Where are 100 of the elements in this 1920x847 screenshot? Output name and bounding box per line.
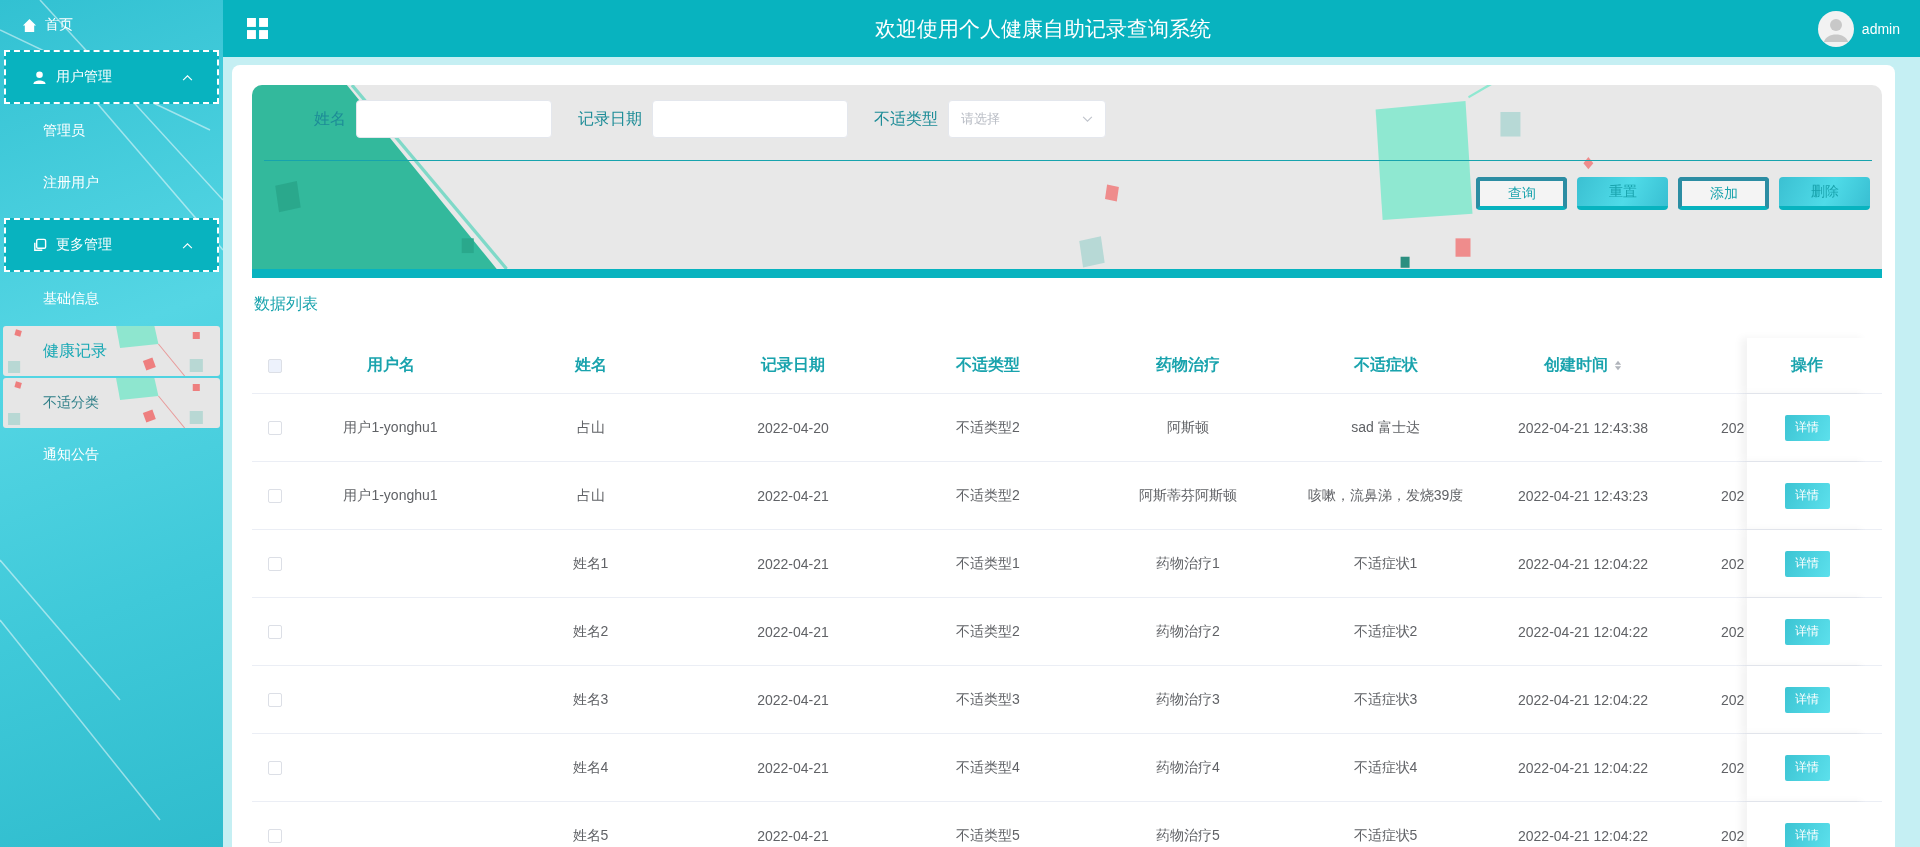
table-cell: 不适类型2: [956, 418, 1020, 437]
table-cell: sad 富士达: [1351, 418, 1420, 437]
table-cell: 202: [1721, 487, 1745, 504]
table-cell: 药物治疗4: [1156, 758, 1220, 777]
menu-group-header[interactable]: 用户管理: [4, 50, 219, 104]
user-icon: [32, 69, 47, 85]
menu-item[interactable]: 不适分类: [3, 378, 220, 428]
input-field[interactable]: [652, 100, 848, 138]
table-cell: 2022-04-21: [757, 759, 829, 776]
column-header: 记录日期: [761, 355, 825, 375]
column-header: 不适类型: [956, 355, 1020, 375]
grid-menu-icon[interactable]: [247, 18, 268, 39]
menu-item[interactable]: 健康记录: [3, 326, 220, 376]
table-cell: 202: [1721, 691, 1745, 708]
chevron-down-icon: [1082, 115, 1093, 123]
sort-icon[interactable]: [1614, 360, 1622, 371]
table-cell: 2022-04-21: [757, 691, 829, 708]
table-cell: 202: [1721, 419, 1745, 436]
section-title: 数据列表: [253, 294, 319, 314]
details-button[interactable]: 详情: [1784, 618, 1830, 645]
nav-link[interactable]: 首页: [0, 10, 223, 40]
table-cell: 不适类型2: [956, 622, 1020, 641]
table-cell: 不适症状1: [1353, 554, 1418, 573]
table-cell: 不适症状3: [1353, 690, 1418, 709]
details-button[interactable]: 详情: [1784, 482, 1830, 509]
checkbox[interactable]: [268, 692, 282, 707]
table-cell: 不适类型3: [956, 690, 1020, 709]
table-cell: 2022-04-21 12:04:22: [1518, 555, 1648, 572]
username[interactable]: admin: [1861, 20, 1900, 37]
table-cell: 不适类型1: [956, 554, 1020, 573]
table-cell: 不适类型4: [956, 758, 1020, 777]
field-label: 记录日期: [578, 108, 642, 129]
select-field[interactable]: 请选择: [948, 100, 1106, 138]
table-cell: 药物治疗2: [1156, 622, 1220, 641]
table-cell: 2022-04-21: [757, 487, 829, 504]
checkbox[interactable]: [268, 420, 282, 435]
checkbox[interactable]: [268, 760, 282, 775]
checkbox[interactable]: [268, 488, 282, 503]
table-cell: 咳嗽，流鼻涕，发烧39度: [1307, 486, 1464, 505]
table-cell: 2022-04-21 12:04:22: [1518, 691, 1648, 708]
table-cell: 2022-04-21 12:04:22: [1518, 827, 1648, 844]
table-cell: 2022-04-21: [757, 555, 829, 572]
table-cell: 姓名4: [572, 758, 609, 777]
table-cell: 药物治疗3: [1156, 690, 1220, 709]
menu-item[interactable]: 管理员: [3, 106, 220, 156]
table-cell: 不适类型2: [956, 486, 1020, 505]
details-button[interactable]: 详情: [1784, 686, 1830, 713]
table-cell: 姓名5: [572, 826, 609, 845]
table-cell: 姓名1: [572, 554, 609, 573]
table-cell: 2022-04-20: [757, 419, 829, 436]
checkbox[interactable]: [268, 358, 282, 373]
checkbox[interactable]: [268, 556, 282, 571]
table-cell: 占山: [576, 486, 605, 505]
details-button[interactable]: 详情: [1784, 754, 1830, 781]
column-header: 用户名: [366, 355, 415, 375]
details-button[interactable]: 详情: [1784, 414, 1830, 441]
table-cell: 202: [1721, 827, 1745, 844]
details-button[interactable]: 详情: [1784, 822, 1830, 847]
column-header[interactable]: 创建时间: [1544, 355, 1622, 376]
table-cell: 2022-04-21: [757, 827, 829, 844]
table-cell: 阿斯顿: [1167, 418, 1209, 437]
table-cell: 不适症状4: [1353, 758, 1418, 777]
action-button[interactable]: 添加: [1678, 177, 1769, 210]
checkbox[interactable]: [268, 624, 282, 639]
column-header: 姓名: [574, 355, 607, 375]
table-cell: 不适症状2: [1353, 622, 1418, 641]
menu-group-label: 用户管理: [56, 68, 113, 86]
table-cell: 姓名2: [572, 622, 609, 641]
input-field[interactable]: [356, 100, 552, 138]
table-cell: 不适症状5: [1353, 826, 1418, 845]
table-cell: 药物治疗1: [1156, 554, 1220, 573]
table-cell: 2022-04-21 12:43:23: [1518, 487, 1648, 504]
field-label: 不适类型: [874, 108, 938, 129]
menu-item[interactable]: 通知公告: [3, 430, 220, 480]
details-button[interactable]: 详情: [1784, 550, 1830, 577]
home-icon: [22, 17, 37, 33]
table-cell: 占山: [576, 418, 605, 437]
table-cell: 用户1-yonghu1: [343, 418, 438, 437]
table-cell: 药物治疗5: [1156, 826, 1220, 845]
menu-group-header[interactable]: 更多管理: [4, 218, 219, 272]
table-cell: 202: [1721, 555, 1745, 572]
chevron-up-icon: [182, 241, 193, 249]
column-header: 药物治疗: [1156, 355, 1220, 375]
menu-item[interactable]: 基础信息: [3, 274, 220, 324]
nav-label: 首页: [45, 16, 73, 34]
table-cell: 阿斯蒂芬阿斯顿: [1139, 486, 1237, 505]
avatar-icon[interactable]: [1817, 10, 1854, 47]
table-cell: 2022-04-21 12:04:22: [1518, 759, 1648, 776]
action-button[interactable]: 查询: [1476, 177, 1567, 210]
table-cell: 用户1-yonghu1: [343, 486, 438, 505]
table-cell: 2022-04-21 12:04:22: [1518, 623, 1648, 640]
column-header: 操作: [1791, 355, 1823, 375]
checkbox[interactable]: [268, 828, 282, 843]
table-cell: 不适类型5: [956, 826, 1020, 845]
menu-item[interactable]: 注册用户: [3, 158, 220, 208]
column-header: 不适症状: [1353, 355, 1418, 375]
table-cell: 姓名3: [572, 690, 609, 709]
table-cell: 2022-04-21 12:43:38: [1518, 419, 1648, 436]
table-cell: 202: [1721, 759, 1745, 776]
menu-group-label: 更多管理: [56, 236, 113, 254]
